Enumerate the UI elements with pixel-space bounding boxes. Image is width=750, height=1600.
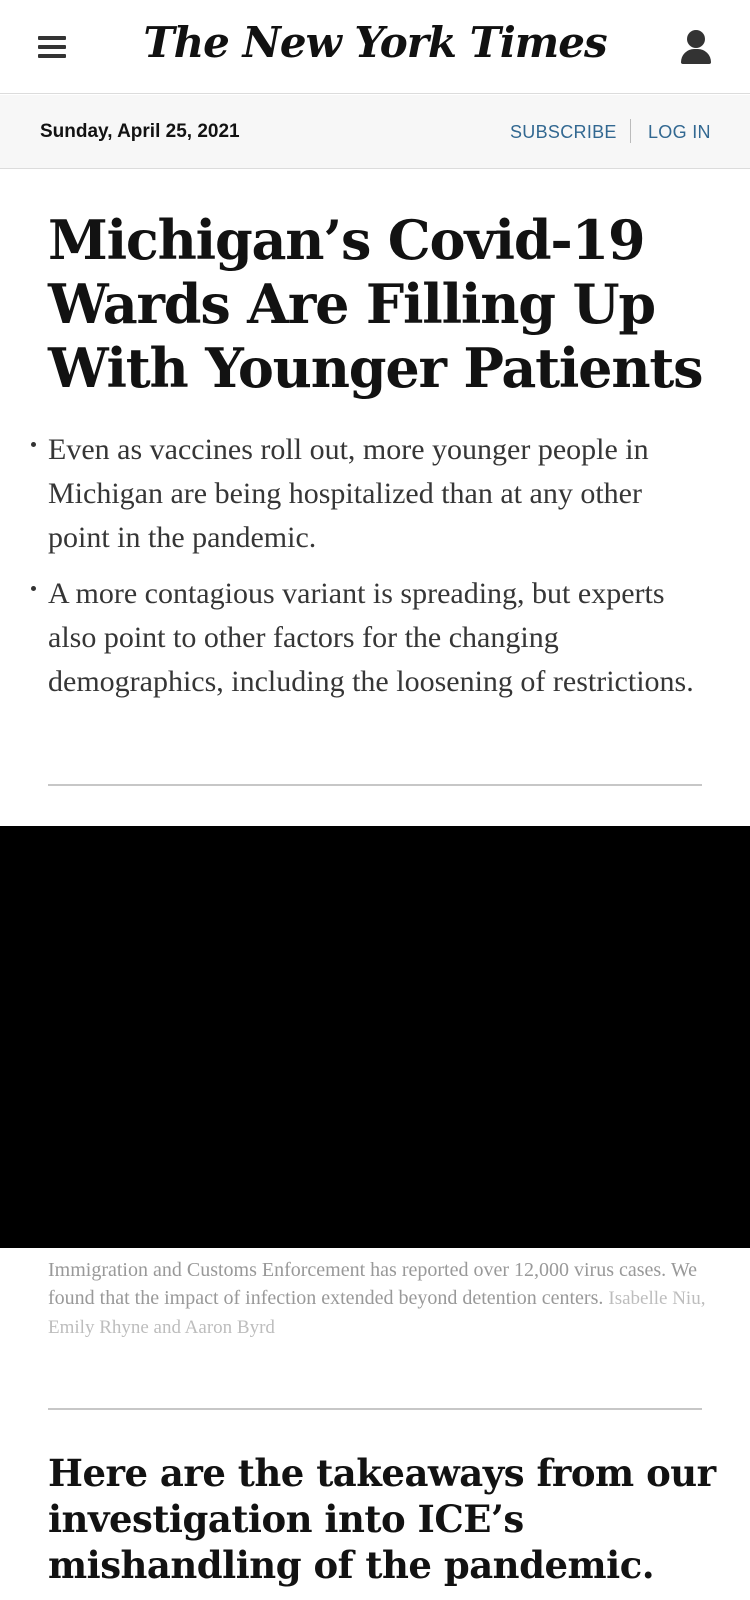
section-divider xyxy=(48,784,702,786)
video-player[interactable] xyxy=(0,826,750,1248)
caption-text: Immigration and Customs Enforcement has … xyxy=(48,1259,697,1309)
current-date: Sunday, April 25, 2021 xyxy=(40,121,240,142)
top-navigation-bar: The New York Times xyxy=(0,0,750,94)
next-story-headline[interactable]: Here are the takeaways from our investig… xyxy=(48,1450,718,1588)
nyt-logo[interactable]: The New York Times xyxy=(0,18,750,67)
subscribe-link[interactable]: SUBSCRIBE xyxy=(510,122,617,143)
user-account-icon[interactable] xyxy=(678,28,714,66)
date-bar: Sunday, April 25, 2021 SUBSCRIBE LOG IN xyxy=(0,95,750,169)
section-divider xyxy=(48,1408,702,1410)
divider xyxy=(630,119,631,143)
summary-item: Even as vaccines roll out, more younger … xyxy=(31,428,698,560)
article-summary-list: Even as vaccines roll out, more younger … xyxy=(31,428,698,716)
summary-item: A more contagious variant is spreading, … xyxy=(31,572,698,704)
login-link[interactable]: LOG IN xyxy=(648,122,711,143)
article-headline[interactable]: Michigan’s Covid-19 Wards Are Filling Up… xyxy=(48,208,708,400)
video-caption: Immigration and Customs Enforcement has … xyxy=(48,1256,708,1342)
